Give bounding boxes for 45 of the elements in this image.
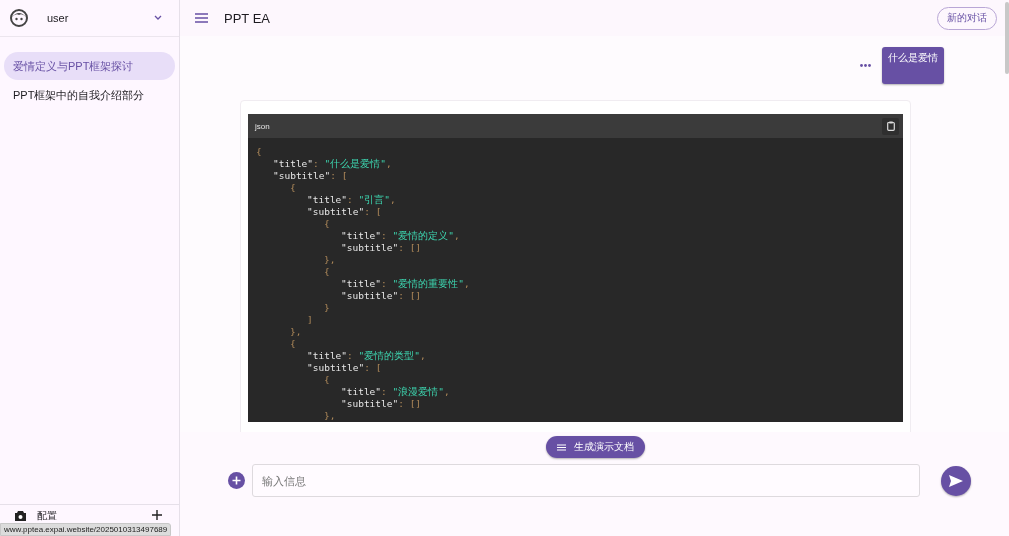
generate-button[interactable]: 生成演示文档: [546, 436, 645, 458]
send-icon[interactable]: [949, 474, 963, 487]
code-line: "subtitle": []: [340, 290, 423, 302]
code-line: "subtitle": [: [306, 206, 383, 218]
code-line: {: [323, 374, 331, 386]
code-line: ]: [306, 314, 314, 326]
code-line: },: [289, 326, 303, 338]
code-line: "title": "什么是爱情",: [272, 158, 393, 170]
code-line: "title": "爱情的类型",: [306, 350, 427, 362]
code-language: json: [255, 121, 270, 131]
code-line: {: [323, 266, 331, 278]
app-title: PPT EA: [224, 10, 271, 26]
code-line: {: [323, 218, 331, 230]
message-input[interactable]: 输入信息: [252, 464, 920, 497]
code-line: },: [323, 254, 337, 266]
code-line: "title": "浪漫爱情",: [340, 386, 451, 398]
copy-button[interactable]: [882, 117, 899, 135]
code-line: {: [256, 146, 263, 158]
link-url-tooltip: www.pptea.expai.website/2025010313497689: [0, 523, 172, 536]
menu-icon[interactable]: [195, 13, 208, 23]
add-icon[interactable]: [228, 472, 245, 489]
user-name: user: [47, 12, 70, 24]
code-line: "title": "爱情的重要性",: [340, 278, 471, 290]
list-icon: [557, 443, 566, 451]
send-button[interactable]: [941, 465, 971, 496]
code-line: },: [323, 410, 337, 422]
code-line: "title": "引言",: [306, 194, 397, 206]
more-icon[interactable]: [860, 64, 871, 67]
code-line: {: [289, 182, 297, 194]
avatar-icon: [10, 9, 28, 27]
code-line: "subtitle": []: [340, 398, 423, 410]
scrollbar-thumb[interactable]: [1005, 2, 1009, 74]
code-line: "title": "爱情的定义",: [340, 230, 461, 242]
chevron-down-icon[interactable]: [154, 15, 162, 21]
settings-label[interactable]: 配置: [37, 510, 142, 521]
code-line: "subtitle": [: [272, 170, 349, 182]
add-icon[interactable]: [152, 510, 162, 520]
conversation-item[interactable]: PPT框架中的自我介绍部分: [4, 81, 175, 109]
code-line: "subtitle": []: [340, 242, 423, 254]
user-message: 什么是爱情: [882, 47, 944, 84]
code-line: "subtitle": [: [306, 362, 383, 374]
clipboard-icon[interactable]: [886, 121, 895, 131]
code-line: }: [323, 302, 331, 314]
conversation-item[interactable]: 爱情定义与PPT框架探讨: [4, 52, 175, 80]
code-line: {: [289, 338, 297, 350]
